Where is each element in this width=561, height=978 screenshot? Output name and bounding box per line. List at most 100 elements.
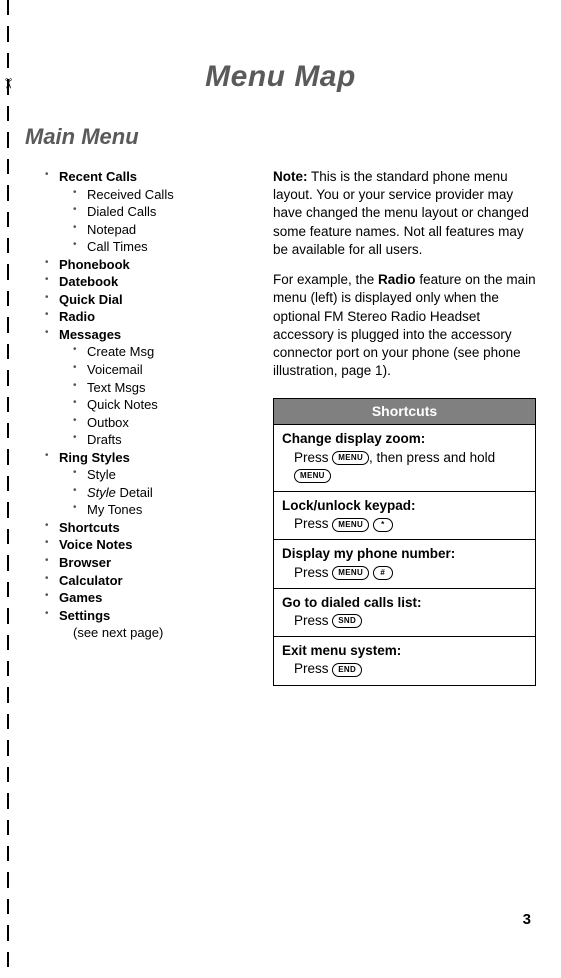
submenu-item: Style — [73, 466, 255, 484]
shortcut-title: Lock/unlock keypad: — [282, 497, 527, 515]
section-title: Main Menu — [25, 124, 536, 150]
submenu-item: My Tones — [73, 501, 255, 519]
content-wrapper: Recent Calls Received Calls Dialed Calls… — [25, 168, 536, 686]
submenu-item: Notepad — [73, 221, 255, 239]
menu-label: Ring Styles — [59, 450, 130, 465]
menu-label: Shortcuts — [59, 520, 120, 535]
submenu-label: Dialed Calls — [87, 204, 156, 219]
menu-label: Settings — [59, 608, 110, 623]
menu-label: Datebook — [59, 274, 118, 289]
send-key-icon: SND — [332, 614, 362, 628]
shortcuts-header: Shortcuts — [274, 399, 535, 424]
shortcut-item-exit: Exit menu system: Press END — [274, 636, 535, 684]
settings-note: (see next page) — [59, 624, 255, 642]
note-paragraph-1: Note: This is the standard phone menu la… — [273, 168, 536, 259]
menu-item-ring-styles: Ring Styles Style Style Detail My Tones — [45, 449, 255, 519]
menu-label: Browser — [59, 555, 111, 570]
menu-item-datebook: Datebook — [45, 273, 255, 291]
submenu-label: Detail — [116, 485, 153, 500]
shortcut-text: Press — [294, 661, 332, 676]
submenu-item: Quick Notes — [73, 396, 255, 414]
shortcut-desc: Press MENU # — [282, 564, 527, 582]
submenu-label: Quick Notes — [87, 397, 158, 412]
submenu-label: My Tones — [87, 502, 142, 517]
menu-label: Games — [59, 590, 102, 605]
menu-item-messages: Messages Create Msg Voicemail Text Msgs … — [45, 326, 255, 449]
note-text: This is the standard phone menu layout. … — [273, 169, 529, 257]
submenu-item: Style Detail — [73, 484, 255, 502]
shortcut-item-zoom: Change display zoom: Press MENU, then pr… — [274, 424, 535, 491]
shortcut-text: Press — [294, 613, 332, 628]
shortcut-desc: Press SND — [282, 612, 527, 630]
menu-item-shortcuts: Shortcuts — [45, 519, 255, 537]
menu-item-recent-calls: Recent Calls Received Calls Dialed Calls… — [45, 168, 255, 256]
shortcut-desc: Press MENU, then press and hold MENU — [282, 449, 527, 485]
menu-tree: Recent Calls Received Calls Dialed Calls… — [25, 168, 255, 686]
submenu-label: Voicemail — [87, 362, 143, 377]
shortcut-title: Change display zoom: — [282, 430, 527, 448]
shortcut-item-phone-number: Display my phone number: Press MENU # — [274, 539, 535, 587]
shortcut-title: Exit menu system: — [282, 642, 527, 660]
menu-key-icon: MENU — [332, 566, 369, 580]
submenu-item: Received Calls — [73, 186, 255, 204]
submenu-label: Drafts — [87, 432, 122, 447]
menu-label: Recent Calls — [59, 169, 137, 184]
end-key-icon: END — [332, 663, 362, 677]
note-text: feature on the main menu (left) is displ… — [273, 272, 536, 378]
menu-label: Quick Dial — [59, 292, 123, 307]
submenu-item: Drafts — [73, 431, 255, 449]
submenu-label: Style — [87, 467, 116, 482]
submenu-item: Outbox — [73, 414, 255, 432]
menu-label: Phonebook — [59, 257, 130, 272]
menu-item-settings: Settings (see next page) — [45, 607, 255, 642]
scissors-icon: ✂ — [0, 78, 16, 90]
menu-item-games: Games — [45, 589, 255, 607]
hash-key-icon: # — [373, 566, 393, 580]
shortcut-text: Press — [294, 450, 332, 465]
note-label: Note: — [273, 169, 308, 184]
shortcut-title: Display my phone number: — [282, 545, 527, 563]
note-bold: Radio — [378, 272, 416, 287]
menu-label: Messages — [59, 327, 121, 342]
page-number: 3 — [523, 911, 531, 928]
shortcut-item-lock: Lock/unlock keypad: Press MENU * — [274, 491, 535, 539]
menu-item-calculator: Calculator — [45, 572, 255, 590]
submenu-label: Text Msgs — [87, 380, 146, 395]
submenu-item: Text Msgs — [73, 379, 255, 397]
submenu-label-italic: Style — [87, 485, 116, 500]
submenu-item: Create Msg — [73, 343, 255, 361]
cut-line — [7, 0, 10, 978]
menu-item-voice-notes: Voice Notes — [45, 536, 255, 554]
shortcut-text: Press — [294, 516, 332, 531]
menu-key-icon: MENU — [332, 451, 369, 465]
note-column: Note: This is the standard phone menu la… — [273, 168, 536, 686]
menu-label: Radio — [59, 309, 95, 324]
submenu-label: Call Times — [87, 239, 148, 254]
submenu-label: Outbox — [87, 415, 129, 430]
note-paragraph-2: For example, the Radio feature on the ma… — [273, 271, 536, 380]
menu-item-quick-dial: Quick Dial — [45, 291, 255, 309]
note-text: For example, the — [273, 272, 378, 287]
page-title: Menu Map — [25, 60, 536, 94]
menu-key-icon: MENU — [332, 518, 369, 532]
menu-item-radio: Radio — [45, 308, 255, 326]
menu-label: Calculator — [59, 573, 123, 588]
menu-item-browser: Browser — [45, 554, 255, 572]
submenu-label: Create Msg — [87, 344, 154, 359]
shortcut-item-dialed: Go to dialed calls list: Press SND — [274, 588, 535, 636]
shortcut-title: Go to dialed calls list: — [282, 594, 527, 612]
submenu-item: Dialed Calls — [73, 203, 255, 221]
submenu-label: Received Calls — [87, 187, 174, 202]
submenu-item: Voicemail — [73, 361, 255, 379]
shortcut-text: Press — [294, 565, 332, 580]
menu-item-phonebook: Phonebook — [45, 256, 255, 274]
star-key-icon: * — [373, 518, 393, 532]
shortcut-desc: Press MENU * — [282, 515, 527, 533]
submenu-label: Notepad — [87, 222, 136, 237]
menu-key-icon: MENU — [294, 469, 331, 483]
submenu-item: Call Times — [73, 238, 255, 256]
shortcut-text: , then press and hold — [369, 450, 495, 465]
shortcut-desc: Press END — [282, 660, 527, 678]
menu-label: Voice Notes — [59, 537, 132, 552]
shortcuts-box: Shortcuts Change display zoom: Press MEN… — [273, 398, 536, 685]
